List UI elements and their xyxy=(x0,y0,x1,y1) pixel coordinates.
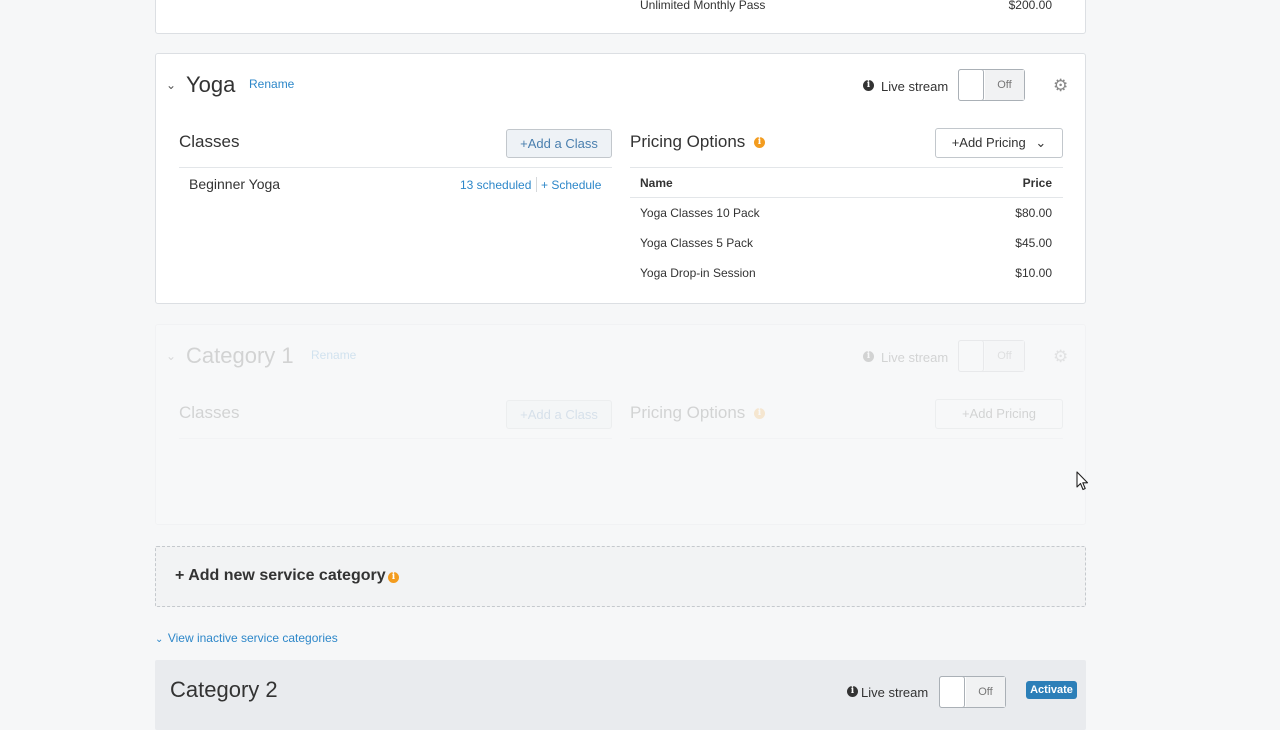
toggle-knob xyxy=(958,340,984,372)
chevron-down-icon: ⌄ xyxy=(155,634,164,645)
pricing-divider xyxy=(630,167,1063,168)
toggle-off-label: Off xyxy=(966,677,1005,707)
pricing-row-price: $80.00 xyxy=(1015,206,1052,220)
toggle-knob xyxy=(939,676,965,708)
chevron-down-icon: ⌄ xyxy=(1035,135,1047,150)
add-pricing-button[interactable]: +Add Pricing xyxy=(935,399,1063,429)
add-new-category-box[interactable]: + Add new service category i xyxy=(155,546,1086,607)
category-title: Category 1 xyxy=(186,343,294,368)
pricing-row-name[interactable]: Yoga Classes 5 Pack xyxy=(640,236,753,250)
collapse-chevron-icon[interactable]: ⌄ xyxy=(166,349,176,363)
pricing-divider xyxy=(630,438,1063,439)
pricing-header-price: Price xyxy=(1022,176,1052,190)
live-stream-label: Live stream xyxy=(881,79,949,94)
gear-icon[interactable]: ⚙ xyxy=(1053,347,1068,367)
live-stream-toggle[interactable]: Off xyxy=(958,340,1025,372)
pricing-options-title: Pricing Options xyxy=(630,403,746,422)
plus-icon: + xyxy=(520,136,528,151)
classes-divider xyxy=(179,167,612,168)
category-title: Category 2 xyxy=(170,677,278,702)
add-category-info-icon[interactable]: i xyxy=(388,572,399,583)
pricing-row-name[interactable]: Yoga Drop-in Session xyxy=(640,266,756,280)
gear-icon[interactable]: ⚙ xyxy=(1053,76,1068,96)
class-row: Beginner Yoga 13 scheduled + Schedule xyxy=(179,173,612,197)
pricing-info-icon[interactable]: i xyxy=(754,408,765,419)
category-title: Yoga xyxy=(186,72,236,97)
info-icon[interactable]: i xyxy=(847,686,858,697)
info-icon[interactable]: i xyxy=(863,80,874,91)
pricing-header-divider xyxy=(630,197,1063,198)
pricing-row-price: $45.00 xyxy=(1015,236,1052,250)
live-stream-label: Live stream xyxy=(881,350,949,365)
scheduled-count-link[interactable]: 13 scheduled xyxy=(460,178,531,192)
add-category-label[interactable]: + Add new service category xyxy=(175,567,386,585)
pricing-row-name: Unlimited Monthly Pass xyxy=(640,0,766,12)
plus-icon: + xyxy=(961,406,970,421)
category-card-yoga: ⌄ Yoga Rename i Live stream Off ⚙ Classe… xyxy=(155,53,1086,304)
live-stream-toggle[interactable]: Off xyxy=(958,69,1025,101)
rename-link[interactable]: Rename xyxy=(249,77,294,91)
rename-link[interactable]: Rename xyxy=(311,348,356,362)
classes-title: Classes xyxy=(179,132,240,151)
activate-button[interactable]: Activate xyxy=(1026,681,1077,699)
plus-icon: + xyxy=(175,567,189,584)
toggle-off-label: Off xyxy=(985,341,1024,371)
schedule-link[interactable]: + Schedule xyxy=(541,178,601,192)
add-pricing-button[interactable]: +Add Pricing ⌄ xyxy=(935,128,1063,158)
pricing-row-price: $200.00 xyxy=(1008,0,1052,12)
pricing-info-icon[interactable]: i xyxy=(754,137,765,148)
toggle-off-label: Off xyxy=(985,70,1024,100)
mouse-cursor-icon xyxy=(1076,471,1089,491)
class-name[interactable]: Beginner Yoga xyxy=(189,176,280,192)
plus-icon: + xyxy=(520,407,528,422)
pricing-options-title: Pricing Options xyxy=(630,132,746,151)
info-icon[interactable]: i xyxy=(863,351,874,362)
pricing-header-name: Name xyxy=(640,176,673,190)
live-stream-label: Live stream xyxy=(861,685,929,700)
toggle-knob xyxy=(958,69,984,101)
add-class-button[interactable]: +Add a Class xyxy=(506,129,612,158)
collapse-chevron-icon[interactable]: ⌄ xyxy=(166,78,176,92)
pricing-row-name[interactable]: Yoga Classes 10 Pack xyxy=(640,206,760,220)
view-inactive-link[interactable]: ⌄ View inactive service categories xyxy=(155,629,338,647)
category-card-category-1: ⌄ Category 1 Rename i Live stream Off ⚙ … xyxy=(155,324,1086,525)
pricing-card-previous: Unlimited Monthly Pass $200.00 xyxy=(155,0,1086,34)
classes-divider xyxy=(179,438,612,439)
live-stream-toggle[interactable]: Off xyxy=(939,676,1006,708)
separator xyxy=(536,177,537,192)
plus-icon: + xyxy=(541,178,552,192)
pricing-row-price: $10.00 xyxy=(1015,266,1052,280)
classes-title: Classes xyxy=(179,403,240,422)
add-class-button[interactable]: +Add a Class xyxy=(506,400,612,429)
